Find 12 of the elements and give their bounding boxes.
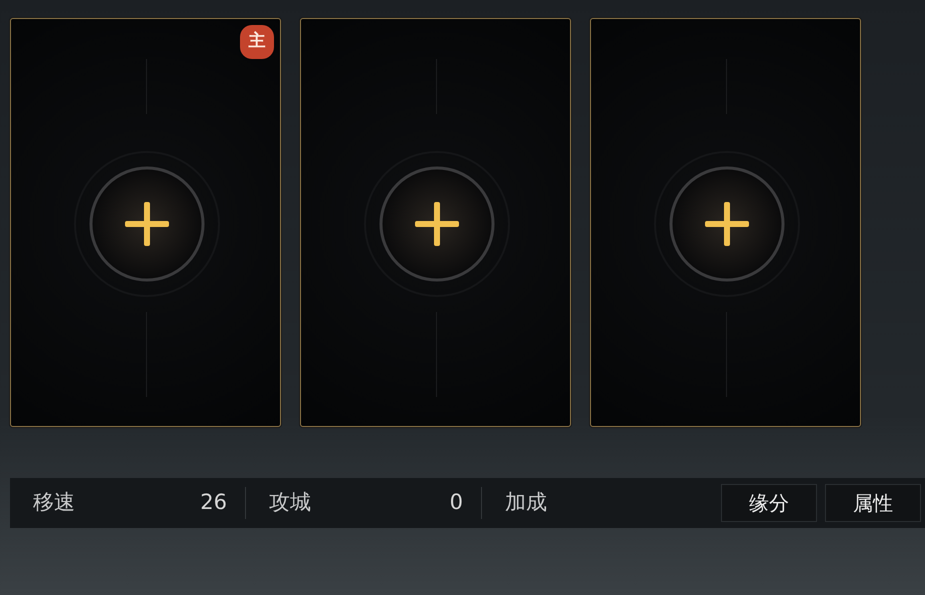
add-slot-icon[interactable]	[654, 151, 800, 297]
hero-slot-card[interactable]: 主	[10, 18, 281, 427]
main-badge: 主	[240, 25, 274, 59]
tab-button[interactable]: 属性	[825, 484, 921, 522]
tab-button[interactable]: 缘分	[721, 484, 817, 522]
add-slot-icon[interactable]	[74, 151, 220, 297]
stat-label: 加成	[505, 489, 547, 516]
stat-value: 0	[450, 489, 463, 516]
stat-label: 攻城	[269, 489, 311, 516]
add-slot-icon[interactable]	[364, 151, 510, 297]
stat-label: 移速	[33, 489, 75, 516]
stat-value: 26	[200, 489, 227, 516]
